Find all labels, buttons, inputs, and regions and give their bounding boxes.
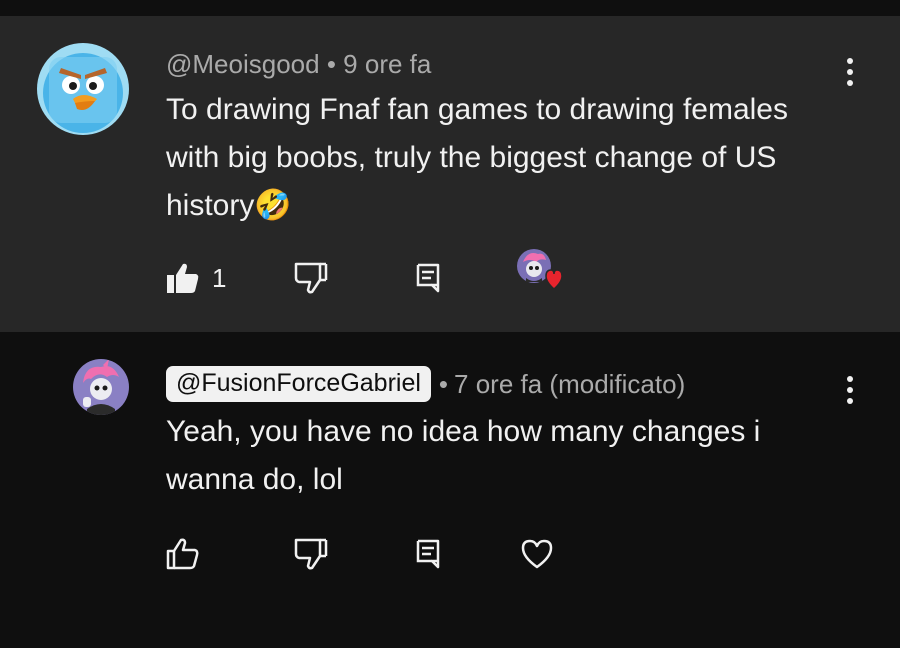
like-button[interactable]: 1 — [166, 258, 226, 298]
comment-meta: @FusionForceGabriel • 7 ore fa (modifica… — [166, 366, 685, 402]
pink-haired-character-icon — [73, 359, 129, 415]
avatar[interactable] — [73, 359, 129, 415]
like-button[interactable] — [166, 534, 200, 574]
comment-text: Yeah, you have no idea how many changes … — [166, 415, 761, 496]
dot — [847, 376, 853, 382]
reply-comment-icon — [416, 539, 440, 569]
dot — [847, 398, 853, 404]
comment-actions — [166, 534, 586, 574]
thumbs-down-icon — [294, 262, 328, 294]
comment-text-block: To drawing Fnaf fan games to drawing fem… — [166, 86, 806, 230]
rofl-emoji: 🤣 — [254, 189, 292, 222]
reply-button[interactable] — [416, 534, 440, 574]
comment-meta: @Meoisgood • 9 ore fa — [166, 49, 431, 80]
comment-highlighted: @Meoisgood • 9 ore fa To drawing Fnaf fa… — [0, 16, 900, 332]
reply-comment-icon — [416, 263, 440, 293]
comment-text-block: Yeah, you have no idea how many changes … — [166, 408, 806, 504]
comment-time: 7 ore fa (modificato) — [454, 368, 686, 399]
top-strip — [0, 0, 900, 16]
angry-bird-ice-icon — [37, 43, 129, 135]
heart-outline-icon — [521, 539, 553, 569]
dislike-button[interactable] — [294, 258, 328, 298]
dot — [847, 80, 853, 86]
thumbs-down-icon — [294, 538, 328, 570]
more-options-button[interactable] — [846, 58, 854, 91]
comment-actions: 1 — [166, 249, 586, 298]
thumbs-up-filled-icon — [167, 263, 199, 293]
dislike-button[interactable] — [294, 534, 328, 574]
meta-separator: • — [438, 368, 449, 399]
meta-separator: • — [326, 49, 336, 79]
dot — [847, 387, 853, 393]
thumbs-up-icon — [166, 538, 199, 570]
creator-heart-badge — [516, 248, 563, 294]
creator-heart-icon — [517, 249, 563, 290]
like-count: 1 — [212, 262, 227, 293]
reply-button[interactable] — [416, 258, 440, 298]
comment-reply: @FusionForceGabriel • 7 ore fa (modifica… — [0, 332, 900, 648]
dot — [847, 69, 853, 75]
avatar[interactable] — [37, 43, 129, 135]
dot — [847, 58, 853, 64]
comment-time: 9 ore fa — [343, 49, 432, 79]
heart-button[interactable] — [520, 534, 554, 574]
more-options-button[interactable] — [846, 376, 854, 409]
author-handle-chip[interactable]: @FusionForceGabriel — [166, 366, 431, 402]
author-handle[interactable]: @Meoisgood — [166, 49, 320, 79]
